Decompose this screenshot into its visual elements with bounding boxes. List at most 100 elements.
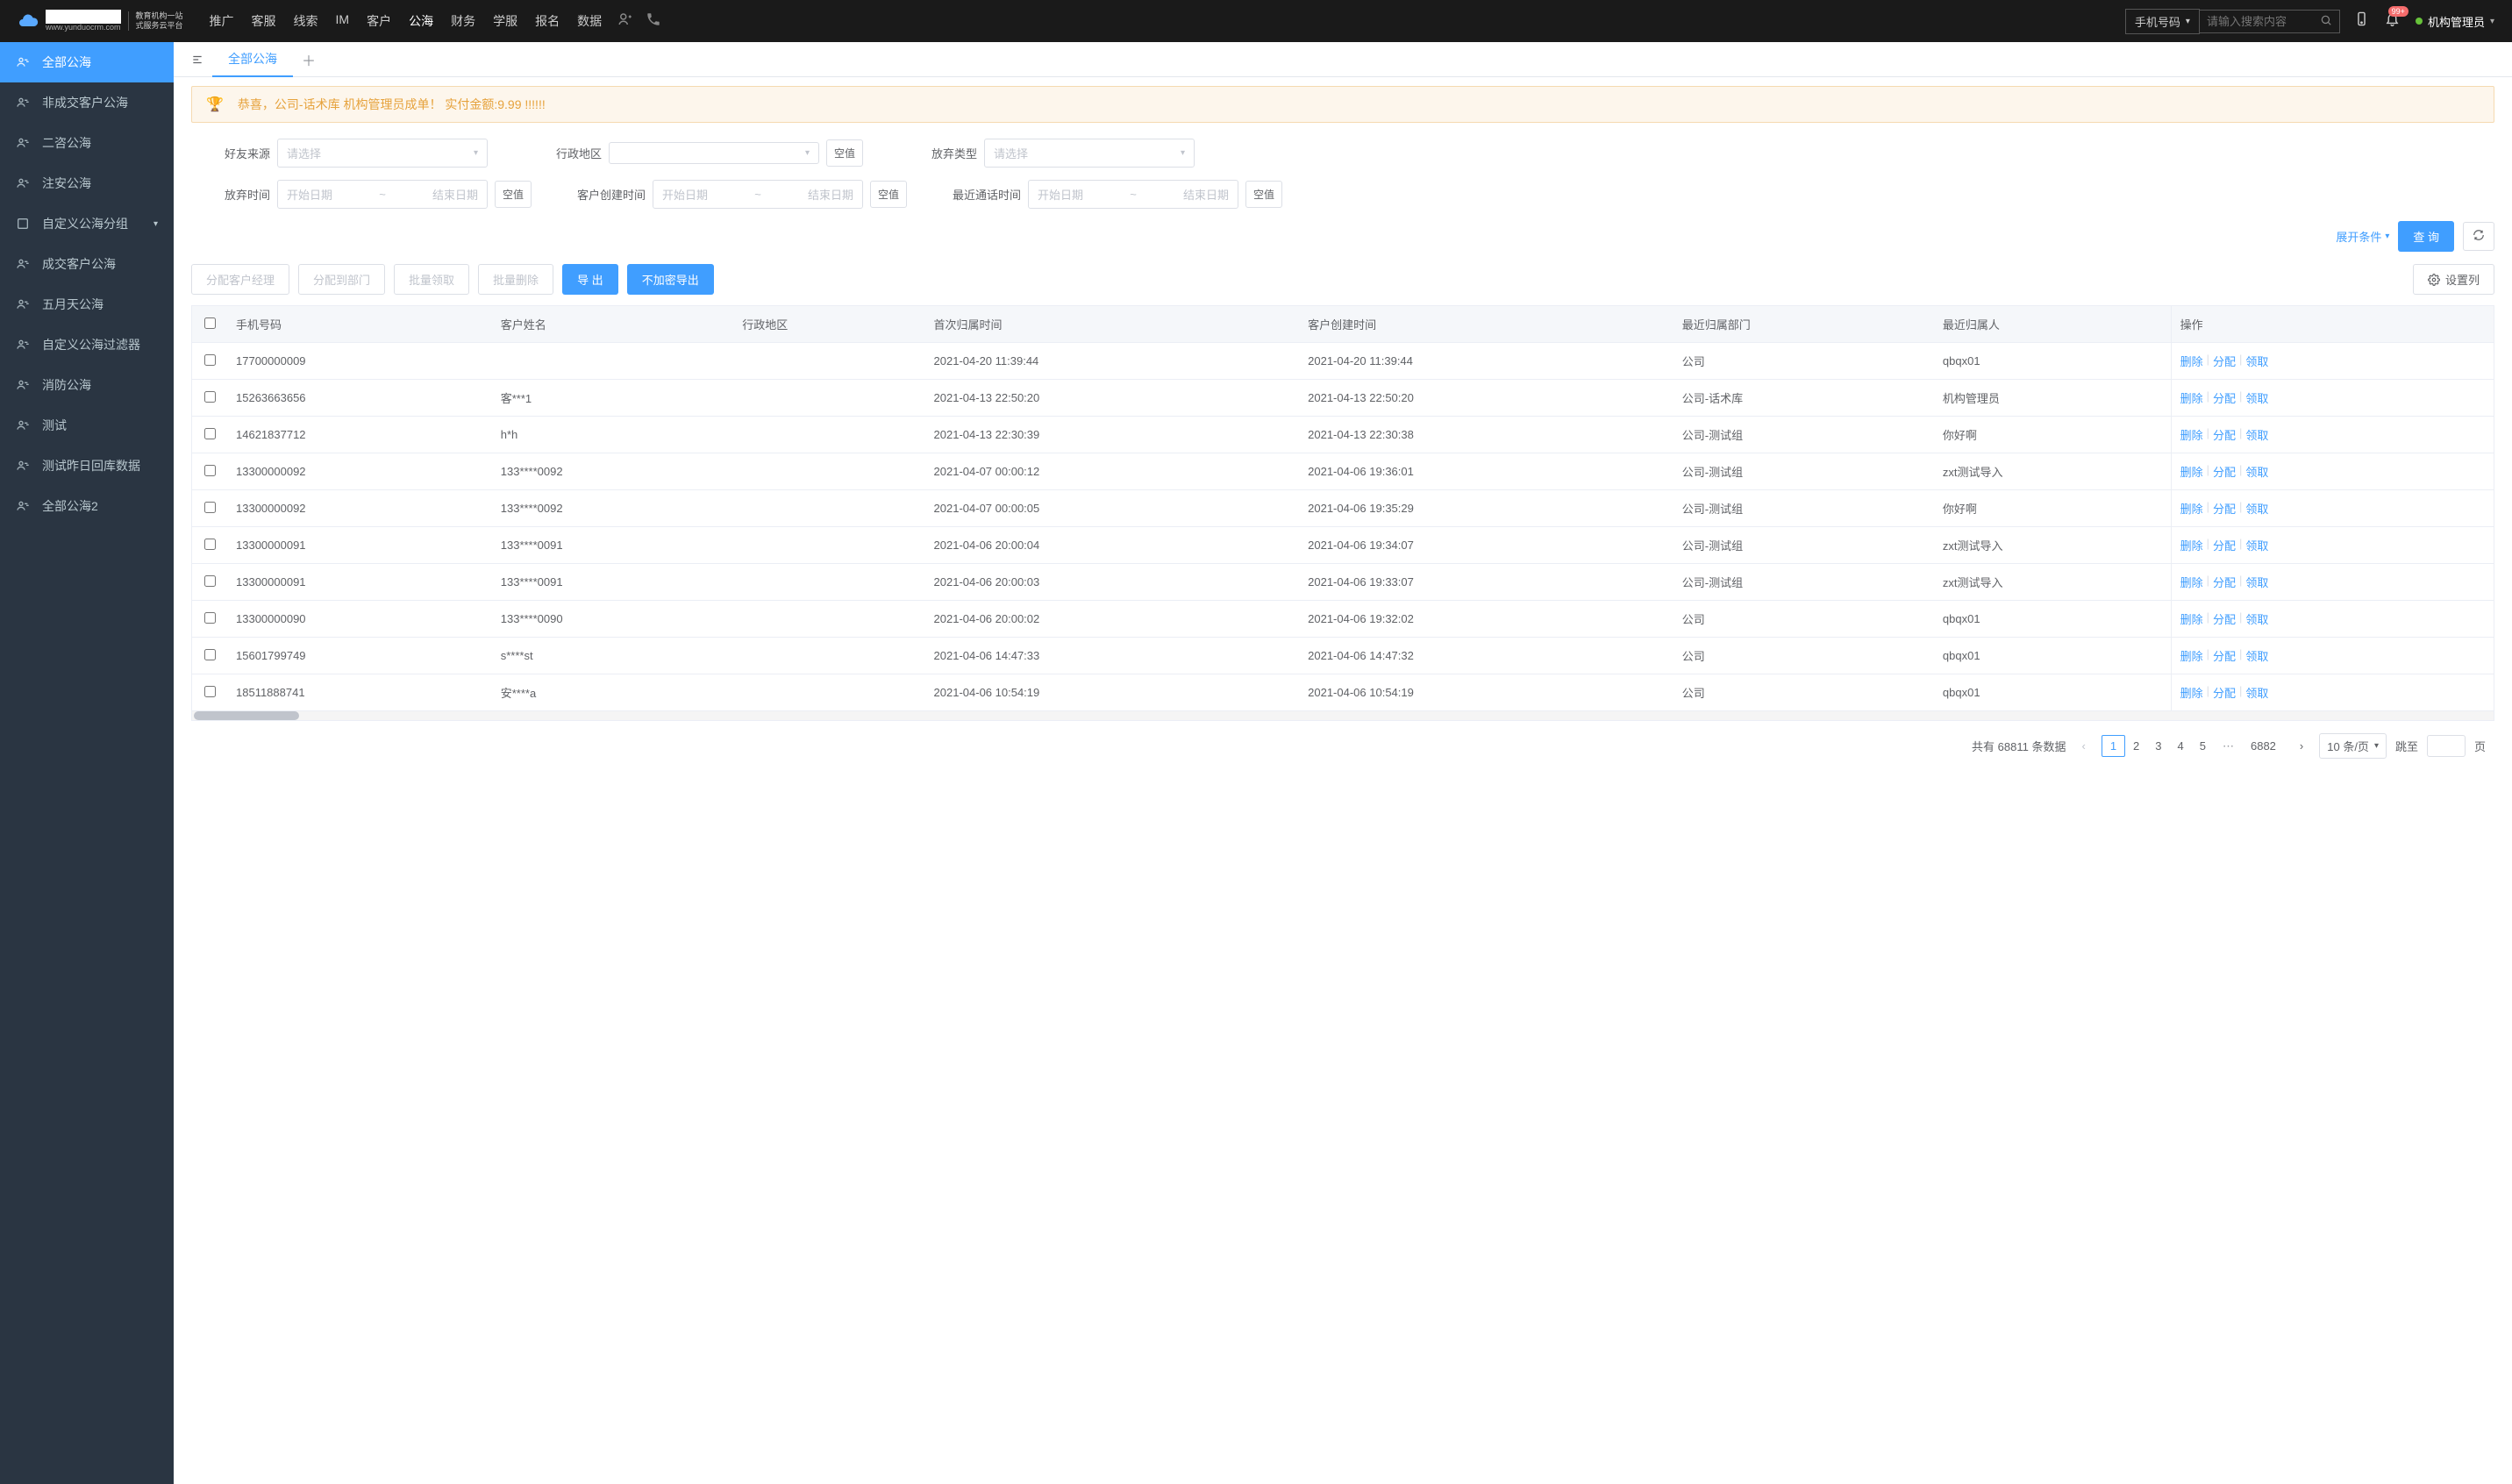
- sidebar-item-10[interactable]: 测试昨日回库数据: [0, 446, 174, 486]
- sidebar-item-11[interactable]: 全部公海2: [0, 486, 174, 526]
- batch-claim-button[interactable]: 批量领取: [394, 264, 469, 295]
- sidebar-item-7[interactable]: 自定义公海过滤器: [0, 325, 174, 365]
- row-action-删除[interactable]: 删除: [2180, 389, 2203, 406]
- prev-page-button[interactable]: ‹: [2074, 736, 2092, 756]
- phone-icon[interactable]: [646, 11, 661, 32]
- row-action-删除[interactable]: 删除: [2180, 463, 2203, 480]
- daterange-abandon[interactable]: 开始日期~结束日期: [277, 180, 488, 209]
- null-button-abandon[interactable]: 空值: [495, 181, 532, 208]
- row-action-领取[interactable]: 领取: [2245, 684, 2268, 701]
- row-checkbox[interactable]: [204, 502, 216, 513]
- null-button-region[interactable]: 空值: [826, 139, 863, 167]
- nav-item-3[interactable]: IM: [336, 0, 350, 42]
- export-plain-button[interactable]: 不加密导出: [627, 264, 714, 295]
- row-action-领取[interactable]: 领取: [2245, 353, 2268, 369]
- null-button-create[interactable]: 空值: [870, 181, 907, 208]
- sidebar-item-6[interactable]: 五月天公海: [0, 284, 174, 325]
- row-action-分配[interactable]: 分配: [2213, 610, 2236, 627]
- nav-item-5[interactable]: 公海: [409, 0, 433, 42]
- select-all-checkbox[interactable]: [204, 317, 216, 329]
- select-friend-source[interactable]: 请选择 ▾: [277, 139, 488, 168]
- row-action-删除[interactable]: 删除: [2180, 647, 2203, 664]
- nav-item-2[interactable]: 线索: [294, 0, 318, 42]
- nav-item-6[interactable]: 财务: [451, 0, 475, 42]
- jump-page-input[interactable]: [2427, 735, 2466, 757]
- next-page-button[interactable]: ›: [2293, 736, 2310, 756]
- row-action-领取[interactable]: 领取: [2245, 463, 2268, 480]
- row-checkbox[interactable]: [204, 428, 216, 439]
- row-action-删除[interactable]: 删除: [2180, 574, 2203, 590]
- expand-filters-link[interactable]: 展开条件▾: [2336, 228, 2389, 245]
- row-checkbox[interactable]: [204, 391, 216, 403]
- row-action-分配[interactable]: 分配: [2213, 389, 2236, 406]
- sidebar-item-2[interactable]: 二咨公海: [0, 123, 174, 163]
- page-number-3[interactable]: 3: [2147, 736, 2169, 756]
- row-action-分配[interactable]: 分配: [2213, 353, 2236, 369]
- nav-item-7[interactable]: 学服: [493, 0, 517, 42]
- row-checkbox[interactable]: [204, 649, 216, 660]
- select-region[interactable]: ▾: [609, 142, 819, 164]
- sidebar-item-4[interactable]: 自定义公海分组▾: [0, 203, 174, 244]
- row-action-删除[interactable]: 删除: [2180, 537, 2203, 553]
- row-checkbox[interactable]: [204, 465, 216, 476]
- sidebar-item-8[interactable]: 消防公海: [0, 365, 174, 405]
- nav-item-9[interactable]: 数据: [577, 0, 602, 42]
- query-button[interactable]: 查 询: [2398, 221, 2454, 252]
- row-action-领取[interactable]: 领取: [2245, 610, 2268, 627]
- tab-all-public[interactable]: 全部公海: [212, 42, 293, 77]
- row-action-分配[interactable]: 分配: [2213, 426, 2236, 443]
- page-number-1[interactable]: 1: [2102, 735, 2125, 757]
- row-action-删除[interactable]: 删除: [2180, 684, 2203, 701]
- row-action-分配[interactable]: 分配: [2213, 537, 2236, 553]
- row-action-分配[interactable]: 分配: [2213, 463, 2236, 480]
- page-size-select[interactable]: 10 条/页▾: [2319, 733, 2387, 759]
- last-page-button[interactable]: 6882: [2243, 736, 2284, 756]
- row-checkbox[interactable]: [204, 612, 216, 624]
- select-abandon-type[interactable]: 请选择 ▾: [984, 139, 1195, 168]
- row-action-删除[interactable]: 删除: [2180, 610, 2203, 627]
- nav-item-8[interactable]: 报名: [535, 0, 560, 42]
- sidebar-item-0[interactable]: 全部公海: [0, 42, 174, 82]
- add-user-icon[interactable]: [617, 11, 633, 32]
- row-checkbox[interactable]: [204, 354, 216, 366]
- nav-item-4[interactable]: 客户: [367, 0, 391, 42]
- mobile-icon[interactable]: [2354, 11, 2369, 31]
- row-checkbox[interactable]: [204, 686, 216, 697]
- page-number-4[interactable]: 4: [2170, 736, 2192, 756]
- horizontal-scrollbar[interactable]: [192, 711, 2494, 720]
- row-action-领取[interactable]: 领取: [2245, 426, 2268, 443]
- scrollbar-thumb[interactable]: [194, 711, 299, 720]
- row-action-删除[interactable]: 删除: [2180, 426, 2203, 443]
- batch-delete-button[interactable]: 批量删除: [478, 264, 553, 295]
- tab-add-button[interactable]: ＋: [293, 49, 325, 70]
- null-button-lastcall[interactable]: 空值: [1245, 181, 1282, 208]
- tab-menu-icon[interactable]: [182, 42, 212, 77]
- page-number-2[interactable]: 2: [2125, 736, 2147, 756]
- column-settings-button[interactable]: 设置列: [2413, 264, 2494, 295]
- row-action-分配[interactable]: 分配: [2213, 574, 2236, 590]
- search-icon[interactable]: [2320, 14, 2332, 29]
- row-action-删除[interactable]: 删除: [2180, 500, 2203, 517]
- bell-icon[interactable]: 99+: [2385, 11, 2400, 31]
- nav-item-0[interactable]: 推广: [210, 0, 234, 42]
- sidebar-item-3[interactable]: 注安公海: [0, 163, 174, 203]
- page-number-5[interactable]: 5: [2192, 736, 2214, 756]
- row-action-领取[interactable]: 领取: [2245, 500, 2268, 517]
- user-menu[interactable]: 机构管理员 ▾: [2416, 13, 2494, 30]
- search-input[interactable]: [2207, 15, 2320, 28]
- row-action-领取[interactable]: 领取: [2245, 647, 2268, 664]
- search-type-select[interactable]: 手机号码 ▾: [2125, 9, 2200, 34]
- row-checkbox[interactable]: [204, 539, 216, 550]
- row-action-分配[interactable]: 分配: [2213, 647, 2236, 664]
- refresh-button[interactable]: [2463, 222, 2494, 251]
- row-action-领取[interactable]: 领取: [2245, 537, 2268, 553]
- row-action-分配[interactable]: 分配: [2213, 500, 2236, 517]
- row-action-分配[interactable]: 分配: [2213, 684, 2236, 701]
- row-checkbox[interactable]: [204, 575, 216, 587]
- daterange-lastcall[interactable]: 开始日期~结束日期: [1028, 180, 1238, 209]
- sidebar-item-9[interactable]: 测试: [0, 405, 174, 446]
- row-action-领取[interactable]: 领取: [2245, 389, 2268, 406]
- row-action-领取[interactable]: 领取: [2245, 574, 2268, 590]
- export-button[interactable]: 导 出: [562, 264, 618, 295]
- nav-item-1[interactable]: 客服: [252, 0, 276, 42]
